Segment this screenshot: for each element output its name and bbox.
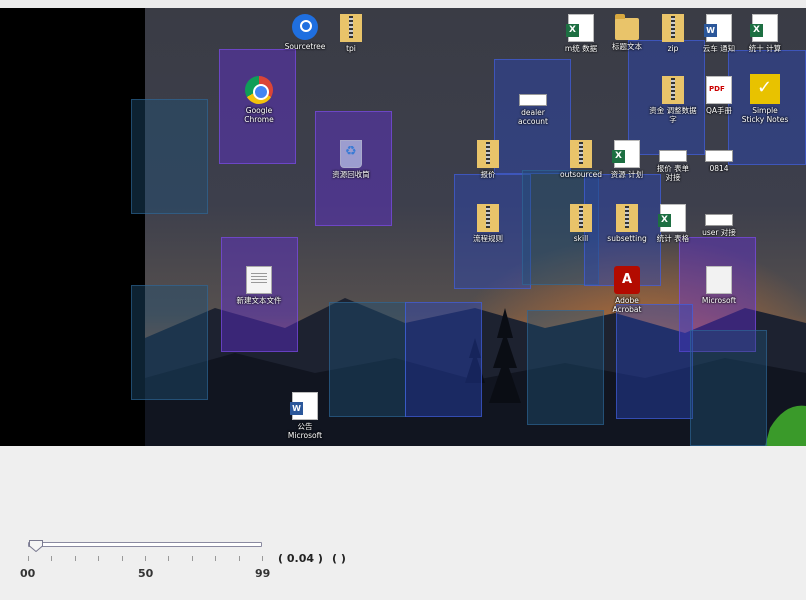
slider-value-readout: ( 0.04 ) (278, 552, 323, 565)
document-icon (659, 150, 687, 162)
slider-tick (121, 556, 123, 561)
slider-max-label: 99 (255, 567, 271, 580)
microsoft-app-icon (706, 266, 732, 294)
desktop-icon-ms-comp[interactable]: Microsoft (688, 266, 750, 305)
highlight-box (527, 310, 604, 425)
desktop-icon-wide-3[interactable]: user 对接 (688, 204, 750, 237)
slider-tick (191, 556, 193, 561)
slider-tick (98, 556, 100, 561)
zip-folder-icon (340, 14, 362, 42)
chrome-icon (245, 76, 273, 104)
excel-file-icon (566, 14, 594, 42)
recycle-bin-icon (340, 140, 362, 168)
slider-tick (168, 556, 170, 561)
desktop-icon-recycle-bin[interactable]: 资源回收筒 (320, 140, 382, 179)
zip-folder-icon (662, 76, 684, 104)
document-icon (705, 214, 733, 226)
sourcetree-icon (292, 14, 318, 40)
top-strip (0, 0, 806, 8)
desktop-icon-wide-2[interactable]: 0814 (688, 140, 750, 173)
desktop-icon-sticky-notes[interactable]: Simple Sticky Notes (734, 74, 796, 124)
slider-tick (262, 556, 263, 561)
desktop-icon-zip-3[interactable]: 报价 (457, 140, 519, 179)
highlight-box (329, 302, 406, 417)
excel-file-icon (612, 140, 640, 168)
acrobat-icon (614, 266, 640, 294)
slider-min-label: 00 (20, 567, 36, 580)
slider-thumb[interactable] (29, 540, 43, 552)
zip-folder-icon (616, 204, 638, 232)
desktop-icon-zip-4[interactable]: 流程规则 (457, 204, 519, 243)
document-icon (519, 94, 547, 106)
text-file-icon (246, 266, 272, 294)
desktop-icon-tpi[interactable]: tpi (320, 14, 382, 53)
slider-tick (238, 556, 240, 561)
sticky-notes-icon (750, 74, 780, 104)
secondary-value-readout: ( ) (332, 552, 346, 565)
slider-tick (51, 556, 53, 561)
excel-file-icon (658, 204, 686, 232)
zip-folder-icon (477, 140, 499, 168)
word-file-icon (290, 392, 318, 420)
slider-tick (28, 556, 29, 561)
desktop-icon-dealer-account[interactable]: dealer account (502, 84, 564, 126)
zip-folder-icon (570, 140, 592, 168)
slider-tick (215, 556, 217, 561)
highlight-box (690, 330, 767, 446)
desktop-icon-chrome[interactable]: Google Chrome (228, 76, 290, 124)
desktop-icon-excel-2[interactable]: 统十 计算 (734, 14, 796, 53)
pdf-file-icon (706, 76, 732, 104)
desktop-screenshot: Sourcetree tpi m统 数据 标题文本 zip 云车 通知 统十 计… (0, 8, 806, 446)
zip-folder-icon (477, 204, 499, 232)
excel-file-icon (750, 14, 778, 42)
slider-ticks (28, 556, 264, 562)
document-icon (705, 150, 733, 162)
highlight-box (616, 304, 693, 419)
folder-icon (615, 14, 639, 40)
word-file-icon (704, 14, 732, 42)
desktop-icon-acrobat[interactable]: Adobe Acrobat (596, 266, 658, 314)
zip-folder-icon (662, 14, 684, 42)
control-panel: 00 50 99 ( 0.04 ) ( ) (0, 446, 806, 600)
slider-tick (145, 556, 146, 561)
highlight-box (405, 302, 482, 417)
highlight-box (131, 285, 208, 400)
zip-folder-icon (570, 204, 592, 232)
desktop-icon-word-2[interactable]: 公告 Microsoft (274, 392, 336, 440)
slider-tick (74, 556, 76, 561)
highlight-box (131, 99, 208, 214)
slider-mid-label: 50 (138, 567, 154, 580)
slider-track[interactable] (28, 542, 262, 547)
desktop-icon-text-file[interactable]: 新建文本文件 (228, 266, 290, 305)
